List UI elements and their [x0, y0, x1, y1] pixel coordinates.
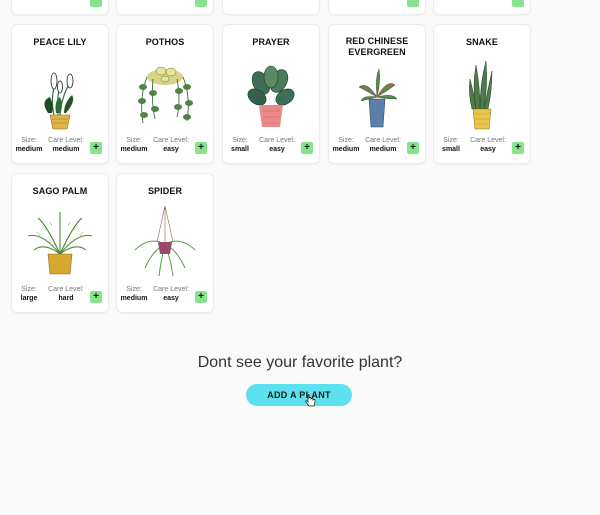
plant-name: SPIDER — [147, 186, 183, 196]
add-plant-button[interactable] — [90, 0, 102, 7]
size-label: Size: — [21, 286, 37, 293]
hand-cursor-icon — [305, 394, 316, 407]
size-value: small — [442, 146, 460, 153]
add-plant-button[interactable] — [512, 0, 524, 7]
plant-card-sago-palm[interactable]: SAGO PALM Size: large Care Level: hard + — [12, 174, 108, 312]
size-value: medium — [120, 295, 148, 302]
plant-name: PRAYER — [252, 37, 290, 47]
size-label: Size: — [126, 286, 142, 293]
add-plant-button[interactable]: + — [90, 142, 102, 154]
pothos-icon — [125, 57, 205, 135]
care-level-value: hard — [58, 295, 74, 302]
spider-plant-icon — [125, 205, 205, 284]
plant-card-peace-lily[interactable]: PEACE LILY Size: medium Care Level: medi… — [12, 25, 108, 163]
care-level-label: Care Level: — [470, 137, 506, 144]
plant-name: SNAKE — [465, 37, 498, 47]
sago-palm-icon — [20, 206, 100, 284]
care-level-value: easy — [269, 146, 285, 153]
care-level-label: Care Level: — [153, 137, 189, 144]
add-plant-button[interactable]: + — [407, 142, 419, 154]
plant-card-cut-3: medium medium — [223, 0, 319, 14]
prayer-plant-icon — [231, 57, 311, 135]
care-level-value: easy — [163, 295, 179, 302]
plant-card-red-chinese-evergreen[interactable]: RED CHINESE EVERGREEN Size: medium Care … — [329, 25, 425, 163]
size-label: Size: — [443, 137, 459, 144]
plant-card-cut-2: large hard — [117, 0, 213, 14]
care-level-value: medium — [369, 146, 397, 153]
care-level-label: Care Level: — [365, 137, 401, 144]
peace-lily-icon — [20, 57, 100, 135]
add-plant-button[interactable] — [195, 0, 207, 7]
snake-plant-icon — [442, 57, 522, 135]
plant-card-cut-1: medium medium — [12, 0, 108, 14]
care-level-label: Care Level: — [259, 137, 295, 144]
plant-card-spider[interactable]: SPIDER Size: medium Care Level: easy + — [117, 174, 213, 312]
add-plant-button[interactable]: + — [195, 291, 207, 303]
plant-card-pothos[interactable]: POTHOS Size: medium Care Level: easy + — [117, 25, 213, 163]
plant-name: SAGO PALM — [32, 186, 88, 196]
add-plant-button[interactable]: + — [90, 291, 102, 303]
add-plant-button[interactable] — [407, 0, 419, 7]
size-label: Size: — [232, 137, 248, 144]
favorite-plant-prompt: Dont see your favorite plant? — [197, 354, 403, 371]
plant-card-cut-5 — [434, 0, 530, 14]
care-level-label: Care Level: — [153, 286, 189, 293]
add-plant-button[interactable]: + — [512, 142, 524, 154]
add-a-plant-button[interactable]: ADD A PLANT — [246, 384, 352, 406]
care-level-value: medium — [52, 146, 80, 153]
size-label: Size: — [126, 137, 142, 144]
plant-card-cut-4: medium hard — [329, 0, 425, 14]
plant-name: PEACE LILY — [33, 37, 87, 47]
plant-card-snake[interactable]: SNAKE Size: small Care Level: easy + — [434, 25, 530, 163]
add-plant-button[interactable]: + — [301, 142, 313, 154]
size-value: small — [231, 146, 249, 153]
size-value: medium — [120, 146, 148, 153]
plant-name: POTHOS — [145, 37, 185, 47]
add-plant-button[interactable]: + — [195, 142, 207, 154]
care-level-value: easy — [163, 146, 179, 153]
size-value: large — [20, 295, 38, 302]
size-label: Size: — [21, 137, 37, 144]
size-value: medium — [15, 146, 43, 153]
care-level-label: Care Level: — [48, 137, 84, 144]
care-level-value: easy — [480, 146, 496, 153]
chinese-evergreen-icon — [337, 57, 417, 135]
size-label: Size: — [338, 137, 354, 144]
care-level-label: Care Level: — [48, 286, 84, 293]
plant-card-prayer[interactable]: PRAYER Size: small Care Level: easy + — [223, 25, 319, 163]
plant-name: RED CHINESE EVERGREEN — [345, 36, 409, 57]
size-value: medium — [332, 146, 360, 153]
